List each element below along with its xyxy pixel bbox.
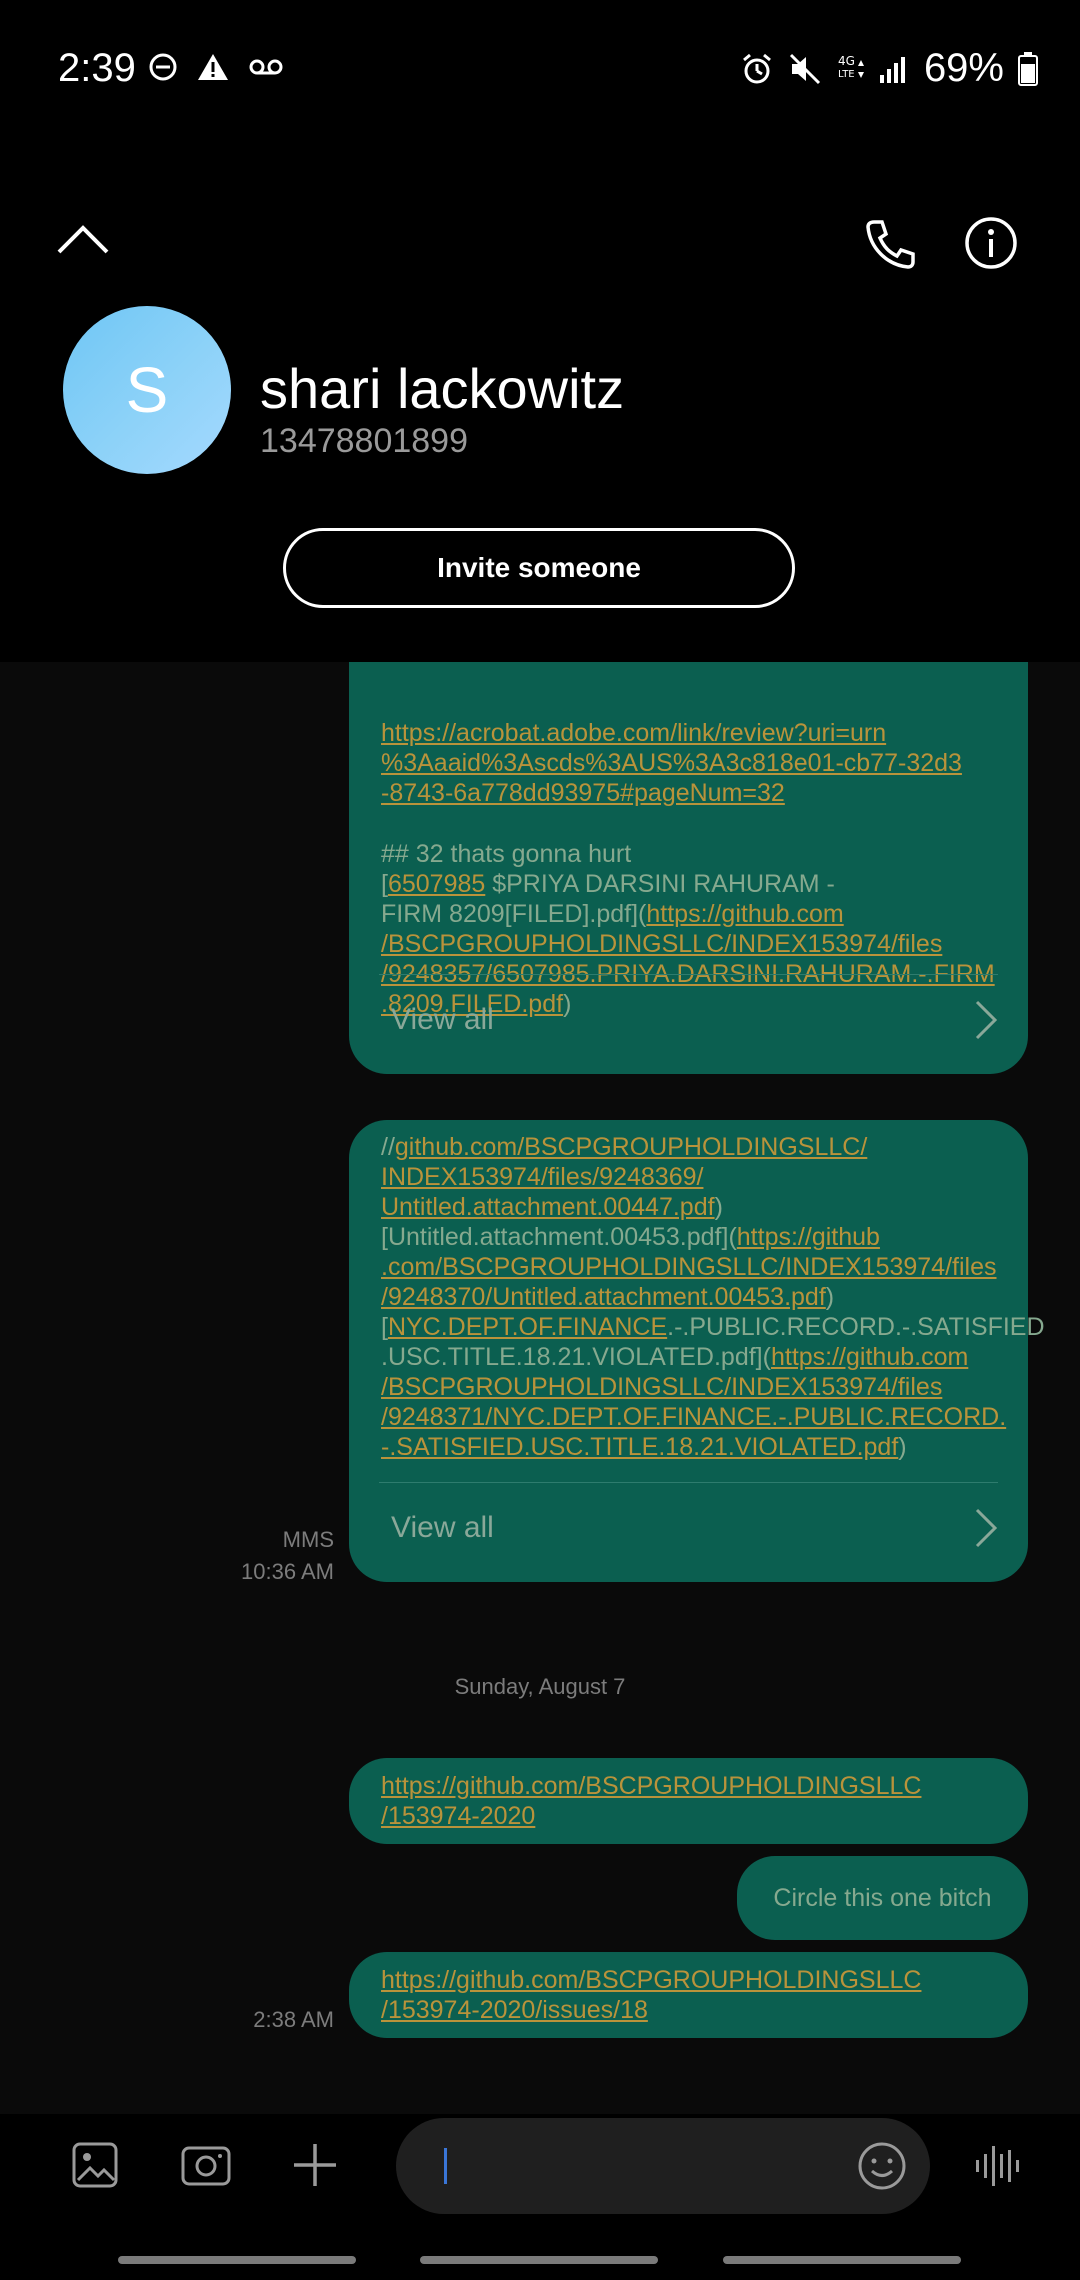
message-link[interactable]: -8743-6a778dd93975#pageNum=32 <box>381 778 995 808</box>
message-link[interactable]: /BSCPGROUPHOLDINGSLLC/INDEX153974/files <box>381 929 995 959</box>
4g-lte-icon: 4GLTE <box>838 54 864 80</box>
message-bubble[interactable]: https://github.com/BSCPGROUPHOLDINGSLLC … <box>349 1758 1028 1844</box>
message-fragment: .-.PUBLIC.RECORD.-.SATISFIED <box>667 1313 1045 1341</box>
alert-icon <box>198 54 228 80</box>
message-link[interactable]: /153974-2020/issues/18 <box>381 1995 921 2025</box>
message-link[interactable]: https://github.com/BSCPGROUPHOLDINGSLLC <box>381 1771 921 1801</box>
message-fragment: [Untitled.attachment.00453.pdf]( <box>381 1223 737 1251</box>
text-cursor <box>444 2148 447 2184</box>
chevron-right-icon <box>975 1000 998 1040</box>
message-link[interactable]: github.com/BSCPGROUPHOLDINGSLLC/ <box>395 1133 867 1161</box>
message-link[interactable]: /9248370/Untitled.attachment.00453.pdf <box>381 1283 826 1311</box>
status-left-icons <box>148 52 284 82</box>
invite-someone-button[interactable]: Invite someone <box>283 528 795 608</box>
message-link[interactable]: https://acrobat.adobe.com/link/review?ur… <box>381 718 995 748</box>
message-link[interactable]: /9248371/NYC.DEPT.OF.FINANCE.-.PUBLIC.RE… <box>381 1402 1045 1432</box>
contact-name: shari lackowitz <box>260 357 625 420</box>
message-meta: MMS 10:36 AM <box>180 1524 334 1588</box>
nav-gesture-pill[interactable] <box>420 2256 658 2264</box>
message-link[interactable]: https://github.com <box>771 1343 968 1371</box>
message-bubble[interactable]: Circle this one bitch <box>737 1856 1028 1940</box>
message-fragment: ) <box>714 1193 723 1221</box>
contact-number: 13478801899 <box>260 422 469 460</box>
view-all-button[interactable]: View all <box>379 1482 998 1573</box>
message-timestamp: 2:38 AM <box>253 2007 334 2032</box>
message-link[interactable]: -.SATISFIED.USC.TITLE.18.21.VIOLATED.pdf <box>381 1433 898 1461</box>
avatar[interactable]: S <box>63 306 231 474</box>
message-type-label: MMS <box>282 1527 334 1552</box>
message-link[interactable]: https://github <box>737 1223 880 1251</box>
camera-icon[interactable] <box>180 2140 232 2190</box>
message-bubble[interactable]: https://github.com/BSCPGROUPHOLDINGSLLC … <box>349 1952 1028 2038</box>
view-all-button[interactable]: View all <box>379 974 998 1065</box>
nav-gesture-pill[interactable] <box>723 2256 961 2264</box>
status-right-icons: 4G LTE 69% <box>740 46 1038 91</box>
message-link[interactable]: INDEX153974/files/9248369/ <box>381 1162 1045 1192</box>
message-timestamp: 10:36 AM <box>241 1559 334 1584</box>
message-text: https://github.com/BSCPGROUPHOLDINGSLLC … <box>349 1771 953 1831</box>
svg-text:4G: 4G <box>838 54 855 68</box>
message-bubble[interactable]: //github.com/BSCPGROUPHOLDINGSLLC/ INDEX… <box>349 1120 1045 1582</box>
message-fragment: .USC.TITLE.18.21.VIOLATED.pdf]( <box>381 1343 771 1371</box>
message-fragment: ) <box>825 1283 835 1311</box>
message-link[interactable]: /BSCPGROUPHOLDINGSLLC/INDEX153974/files <box>381 1372 1045 1402</box>
add-icon[interactable] <box>290 2140 340 2190</box>
collapse-chevron-icon[interactable] <box>56 222 110 256</box>
voicemail-icon <box>249 59 283 75</box>
message-fragment: // <box>381 1133 395 1161</box>
phone-icon[interactable] <box>862 216 918 272</box>
avatar-initial: S <box>125 354 169 426</box>
chevron-right-icon <box>975 1508 998 1548</box>
message-bubble[interactable]: https://acrobat.adobe.com/link/review?ur… <box>349 662 1028 1074</box>
message-link[interactable]: /153974-2020 <box>381 1801 921 1831</box>
message-line: ## 32 thats gonna hurt <box>381 840 632 868</box>
date-separator: Sunday, August 7 <box>454 1674 626 1699</box>
message-link[interactable]: NYC.DEPT.OF.FINANCE <box>388 1313 667 1341</box>
mute-icon <box>789 53 820 84</box>
battery-percent: 69% <box>923 46 1004 90</box>
message-link[interactable]: %3Aaaid%3Ascds%3AUS%3A3c818e01-cb77-32d3 <box>381 748 995 778</box>
message-fragment: ) <box>898 1433 907 1461</box>
message-fragment: $PRIYA DARSINI RAHURAM - <box>485 870 835 898</box>
message-fragment: [ <box>381 870 388 898</box>
view-all-label: View all <box>391 1003 494 1036</box>
message-link[interactable]: https://github.com <box>646 900 843 928</box>
voice-icon[interactable] <box>972 2140 1024 2192</box>
view-all-label: View all <box>391 1511 494 1544</box>
nav-gesture-pill[interactable] <box>118 2256 356 2264</box>
signal-icon <box>879 56 905 83</box>
message-link[interactable]: .com/BSCPGROUPHOLDINGSLLC/INDEX153974/fi… <box>381 1252 1045 1282</box>
message-text: Circle this one bitch <box>773 1884 992 1912</box>
message-link[interactable]: Untitled.attachment.00447.pdf <box>381 1193 715 1221</box>
message-fragment: [ <box>381 1313 388 1341</box>
message-input[interactable] <box>396 2118 930 2214</box>
conversation-area[interactable]: https://acrobat.adobe.com/link/review?ur… <box>0 662 1080 2114</box>
dnd-icon <box>149 53 177 81</box>
status-time: 2:39 <box>58 46 136 90</box>
message-text: //github.com/BSCPGROUPHOLDINGSLLC/ INDEX… <box>349 1132 1077 1462</box>
alarm-icon <box>742 53 771 83</box>
gallery-icon[interactable] <box>70 2140 120 2190</box>
message-link[interactable]: 6507985 <box>388 870 485 898</box>
message-text: https://github.com/BSCPGROUPHOLDINGSLLC … <box>349 1965 953 2025</box>
emoji-icon[interactable] <box>856 2140 908 2192</box>
svg-text:LTE: LTE <box>838 69 855 80</box>
message-fragment: FIRM 8209[FILED].pdf]( <box>381 900 647 928</box>
battery-icon <box>1018 51 1038 86</box>
info-icon[interactable] <box>962 214 1020 272</box>
message-link[interactable]: https://github.com/BSCPGROUPHOLDINGSLLC <box>381 1965 921 1995</box>
